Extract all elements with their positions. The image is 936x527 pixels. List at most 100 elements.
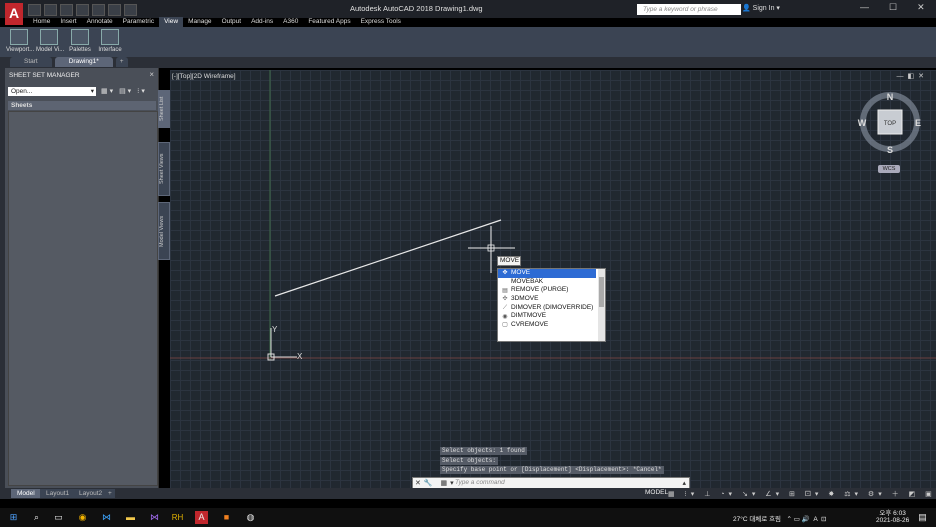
tray-icons[interactable]: ⌃ ▭ 🔊 bbox=[786, 516, 809, 523]
tab-a360[interactable]: A360 bbox=[278, 17, 303, 27]
autocomplete-item-label: MOVEBAK bbox=[511, 277, 544, 285]
tab-layout1[interactable]: Layout1 bbox=[40, 489, 76, 498]
tab-model-views[interactable]: Model Views bbox=[158, 202, 170, 260]
task-view-icon[interactable]: ▭ bbox=[52, 511, 65, 524]
search-icon[interactable]: ⌕ bbox=[30, 511, 43, 524]
clock-date: 2021-08-26 bbox=[876, 517, 910, 524]
new-icon[interactable] bbox=[28, 4, 41, 16]
clock[interactable]: 오후 6:03 2021-08-26 bbox=[876, 510, 909, 524]
history-line: Select objects: bbox=[440, 456, 499, 465]
sheets-list[interactable] bbox=[8, 111, 158, 486]
vscode-icon[interactable]: ⋈ bbox=[100, 511, 113, 524]
tab-manage[interactable]: Manage bbox=[183, 17, 217, 27]
tab-parametric[interactable]: Parametric bbox=[118, 17, 159, 27]
command-input[interactable]: Type a command bbox=[455, 479, 505, 486]
autocomplete-item[interactable]: MOVEBAK bbox=[498, 278, 596, 287]
tab-express-tools[interactable]: Express Tools bbox=[356, 17, 406, 27]
redo-icon[interactable] bbox=[124, 4, 137, 16]
tab-sheet-views[interactable]: Sheet Views bbox=[158, 142, 170, 196]
new-layout-button[interactable]: + bbox=[105, 489, 115, 498]
autocomplete-item[interactable]: ✥ MOVE bbox=[498, 269, 596, 278]
palettes-button[interactable]: Palettes bbox=[67, 27, 93, 57]
tab-view[interactable]: View bbox=[159, 17, 184, 27]
tab-insert[interactable]: Insert bbox=[55, 17, 81, 27]
new-tab-button[interactable]: + bbox=[115, 57, 128, 67]
input-language[interactable]: A bbox=[813, 516, 817, 523]
app-icon[interactable]: ■ bbox=[220, 511, 233, 524]
tab-layout2[interactable]: Layout2 bbox=[73, 489, 109, 498]
print-icon[interactable] bbox=[92, 4, 105, 16]
model-space-toggle[interactable]: MODEL bbox=[645, 489, 668, 496]
search-input[interactable]: Type a keyword or phrase bbox=[637, 4, 741, 15]
tab-annotate[interactable]: Annotate bbox=[82, 17, 118, 27]
model-viewports-button[interactable]: Model Vi... bbox=[36, 27, 65, 57]
file-tabs: Start Drawing1* + bbox=[0, 57, 936, 68]
file-explorer-icon[interactable]: ▬ bbox=[124, 511, 137, 524]
viewport-button[interactable]: Viewport... bbox=[6, 27, 34, 57]
palettes-label: Palettes bbox=[69, 47, 91, 53]
autocomplete-scrollbar[interactable] bbox=[598, 269, 605, 341]
ime-icon[interactable]: ⊡ bbox=[821, 516, 826, 523]
tab-home[interactable]: Home bbox=[28, 17, 55, 27]
blank-icon bbox=[502, 279, 508, 285]
interface-button[interactable]: Interface bbox=[97, 27, 123, 57]
close-icon[interactable]: ✕ bbox=[917, 2, 925, 13]
close-icon[interactable]: × bbox=[149, 70, 154, 79]
compass-south[interactable]: S bbox=[887, 145, 893, 155]
minimize-icon[interactable]: — bbox=[860, 2, 869, 13]
tab-start[interactable]: Start bbox=[10, 57, 52, 67]
compass-north[interactable]: N bbox=[887, 92, 894, 102]
save-as-icon[interactable] bbox=[76, 4, 89, 16]
tab-sheet-list[interactable]: Sheet List bbox=[158, 90, 170, 128]
visual-studio-icon[interactable]: ⋈ bbox=[148, 511, 161, 524]
autocomplete-item[interactable]: ⟋ DIMOVER (DIMOVERRIDE) bbox=[498, 304, 596, 313]
dimoverride-icon: ⟋ bbox=[502, 305, 508, 312]
drawn-line[interactable] bbox=[274, 219, 502, 297]
autocomplete-item-label: MOVE bbox=[511, 269, 531, 276]
app-menu-button[interactable]: A bbox=[5, 3, 23, 25]
dynamic-input-field[interactable]: MOVE bbox=[497, 256, 521, 266]
tab-drawing1[interactable]: Drawing1* bbox=[54, 57, 113, 67]
model-viewports-label: Model Vi... bbox=[36, 47, 65, 53]
open-icon[interactable] bbox=[44, 4, 57, 16]
history-line: Select objects: 1 found bbox=[440, 447, 527, 455]
ucs-y-label: Y bbox=[272, 325, 278, 334]
autocomplete-item[interactable]: ✣ 3DMOVE bbox=[498, 295, 596, 304]
autocomplete-item[interactable]: ◉ DIMTMOVE bbox=[498, 312, 596, 321]
rhino-icon[interactable]: RH bbox=[171, 511, 184, 524]
wcs-menu-button[interactable]: WCS bbox=[878, 165, 900, 173]
compass-east[interactable]: E bbox=[915, 118, 921, 128]
maximize-icon[interactable]: ☐ bbox=[889, 2, 897, 13]
chevron-up-icon[interactable]: ▴ bbox=[682, 479, 686, 487]
dimtmove-icon: ◉ bbox=[502, 313, 508, 320]
tab-model[interactable]: Model bbox=[11, 489, 41, 498]
notification-icon[interactable]: ▤ bbox=[916, 511, 929, 524]
save-icon[interactable] bbox=[60, 4, 73, 16]
autocomplete-item-label: DIMTMOVE bbox=[511, 312, 547, 320]
undo-icon[interactable] bbox=[108, 4, 121, 16]
history-line: Specify base point or [Displacement] <Di… bbox=[440, 466, 664, 474]
chevron-down-icon: ▾ bbox=[90, 88, 94, 95]
tab-output[interactable]: Output bbox=[217, 17, 247, 27]
cvremove-icon: ▢ bbox=[502, 322, 508, 329]
command-autocomplete: MOVE ✥ MOVE MOVEBAK ▤ REMOVE (PURGE) ✣ 3DMO… bbox=[497, 256, 606, 342]
tab-featured-apps[interactable]: Featured Apps bbox=[303, 17, 355, 27]
sheet-set-dropdown[interactable]: Open... ▾ bbox=[8, 87, 96, 96]
autocomplete-item[interactable]: ▢ CVREMOVE bbox=[498, 321, 596, 330]
status-toggles[interactable]: ▦ ⁝▾ ⊥ ◔▾ ↘▾ ∠▾ ⊞ ⚀▾ ✸ ⚖▾ ⚙▾ ＋ ◩ ▣ ≡ bbox=[668, 489, 936, 499]
autocad-taskbar-icon[interactable]: A bbox=[195, 511, 208, 524]
sign-in-button[interactable]: 👤 Sign In ▾ bbox=[742, 4, 780, 12]
tab-add-ins[interactable]: Add-ins bbox=[246, 17, 278, 27]
autocomplete-item[interactable]: ▤ REMOVE (PURGE) bbox=[498, 286, 596, 295]
app-icon[interactable]: ◍ bbox=[244, 511, 257, 524]
chrome-icon[interactable]: ◉ bbox=[76, 511, 89, 524]
command-line-icons[interactable]: ✕🔧 ▦▾ bbox=[415, 479, 457, 487]
weather-widget[interactable]: 27°C 대체로 흐림 bbox=[733, 516, 781, 523]
scrollbar-thumb[interactable] bbox=[599, 277, 604, 307]
sign-in-label: Sign In bbox=[752, 5, 775, 12]
palette-tools[interactable]: ▦▾ ▤▾ ⁝▾ bbox=[101, 87, 147, 95]
viewcube[interactable]: TOP N S E W bbox=[856, 92, 924, 160]
compass-west[interactable]: W bbox=[858, 118, 867, 128]
windows-start-icon[interactable]: ⊞ bbox=[7, 511, 20, 524]
purge-icon: ▤ bbox=[502, 287, 508, 294]
